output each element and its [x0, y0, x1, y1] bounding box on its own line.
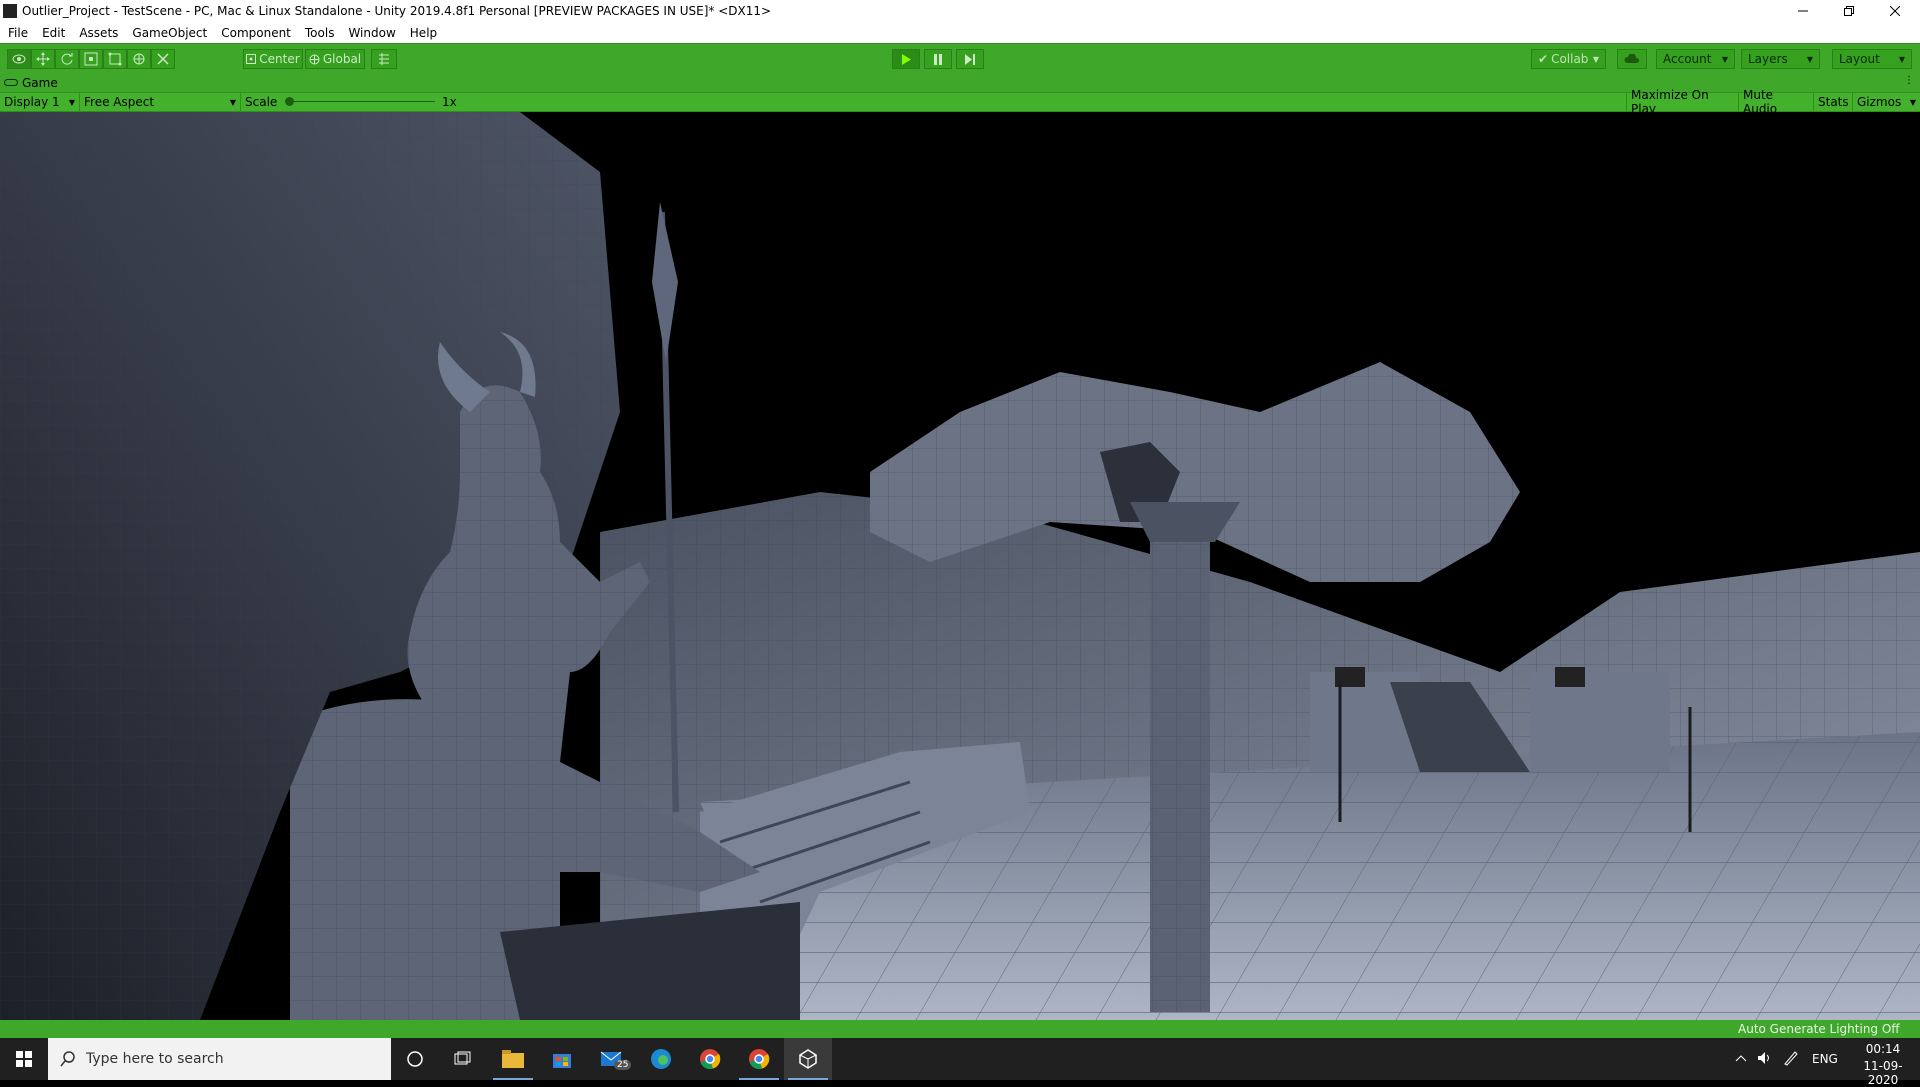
- menu-component[interactable]: Component: [213, 26, 297, 40]
- game-controls-bar: Display 1 ▼ Free Aspect ▼ Scale 1x Maxim…: [0, 88, 1920, 116]
- tab-menu-icon[interactable]: ⋮: [1904, 75, 1914, 86]
- chevron-down-icon: ▼: [229, 97, 236, 107]
- minimize-icon[interactable]: [1780, 0, 1826, 22]
- display-dropdown[interactable]: Display 1 ▼: [0, 93, 79, 111]
- pivot-global-label: Global: [322, 52, 362, 66]
- windows-taskbar: Type here to search 25 ENG 00:14 11-09-2…: [0, 1038, 1920, 1087]
- menu-file[interactable]: File: [0, 26, 34, 40]
- mute-audio-toggle[interactable]: Mute Audio: [1738, 88, 1813, 116]
- menu-tools[interactable]: Tools: [297, 26, 341, 40]
- layers-dropdown[interactable]: Layers ▼: [1741, 49, 1820, 69]
- search-icon: [60, 1051, 75, 1067]
- custom-tools-icon[interactable]: [151, 49, 175, 69]
- clock-time: 00:14: [1865, 1042, 1901, 1056]
- pivot-global-button[interactable]: Global: [305, 49, 365, 69]
- account-dropdown[interactable]: Account ▼: [1656, 49, 1735, 69]
- main-toolbar: Center Global ✔ Collab ▼ Account ▼ Layer…: [0, 43, 1920, 74]
- gamepad-icon: [4, 79, 18, 86]
- close-icon[interactable]: [1872, 0, 1918, 22]
- move-tool-icon[interactable]: [31, 49, 55, 69]
- menu-gameobject[interactable]: GameObject: [124, 26, 213, 40]
- tab-game[interactable]: Game: [4, 75, 58, 90]
- mail-icon[interactable]: 25: [587, 1038, 635, 1080]
- aspect-label: Free Aspect: [84, 95, 155, 109]
- game-viewport[interactable]: [0, 112, 1920, 1020]
- unity-taskbar-icon[interactable]: [784, 1038, 832, 1080]
- chevron-down-icon: ▼: [1898, 54, 1905, 64]
- menu-bar: File Edit Assets GameObject Component To…: [0, 22, 1920, 43]
- title-bar: Outlier_Project - TestScene - PC, Mac & …: [0, 0, 1920, 22]
- language-indicator[interactable]: ENG: [1812, 1052, 1838, 1066]
- layers-label: Layers: [1748, 52, 1788, 66]
- file-explorer-icon[interactable]: [489, 1038, 537, 1080]
- chrome-icon[interactable]: [686, 1038, 734, 1080]
- rotate-tool-icon[interactable]: [55, 49, 79, 69]
- microsoft-store-icon[interactable]: [538, 1038, 586, 1080]
- mail-badge: 25: [614, 1060, 632, 1070]
- chrome-profile-icon[interactable]: [735, 1038, 783, 1080]
- game-scene-render: [0, 112, 1920, 1020]
- scale-tool-icon[interactable]: [79, 49, 103, 69]
- snap-settings-icon[interactable]: [371, 49, 397, 69]
- rect-tool-icon[interactable]: [103, 49, 127, 69]
- menu-assets[interactable]: Assets: [71, 26, 124, 40]
- clock-date: 11-09-2020: [1863, 1059, 1903, 1087]
- chevron-down-icon: ▼: [1721, 54, 1728, 64]
- chevron-down-icon: ▼: [1592, 54, 1599, 64]
- pivot-center-button[interactable]: Center: [243, 49, 303, 69]
- tray-chevron-up-icon[interactable]: [1735, 1051, 1747, 1065]
- unity-app-icon: [3, 4, 17, 18]
- chevron-down-icon: ▼: [1909, 97, 1916, 107]
- menu-edit[interactable]: Edit: [34, 26, 71, 40]
- search-placeholder: Type here to search: [86, 1051, 224, 1067]
- pen-ink-icon[interactable]: [1783, 1050, 1799, 1069]
- task-view-icon[interactable]: [439, 1038, 487, 1080]
- chevron-down-icon: ▼: [68, 97, 75, 107]
- menu-help[interactable]: Help: [402, 26, 443, 40]
- volume-icon[interactable]: [1757, 1050, 1773, 1069]
- stats-toggle[interactable]: Stats: [1813, 93, 1852, 111]
- restore-icon[interactable]: [1826, 0, 1872, 22]
- scale-slider-thumb[interactable]: [285, 97, 294, 106]
- maximize-on-play-toggle[interactable]: Maximize On Play: [1626, 88, 1738, 116]
- lighting-status[interactable]: Auto Generate Lighting Off: [1738, 1022, 1900, 1036]
- cloud-button[interactable]: [1617, 49, 1647, 69]
- gizmos-dropdown[interactable]: Gizmos ▼: [1852, 93, 1920, 111]
- chevron-down-icon: ▼: [1806, 54, 1813, 64]
- cloud-icon: [1624, 54, 1640, 63]
- edge-browser-icon[interactable]: [637, 1038, 685, 1080]
- view-tool-icon[interactable]: [7, 49, 31, 69]
- play-button-icon[interactable]: [892, 49, 920, 69]
- gizmos-label: Gizmos: [1857, 95, 1902, 109]
- clock[interactable]: 00:14 11-09-2020: [1851, 1042, 1915, 1087]
- layout-dropdown[interactable]: Layout ▼: [1832, 49, 1912, 69]
- taskbar-search-box[interactable]: Type here to search: [48, 1038, 391, 1080]
- check-icon: ✔: [1538, 52, 1549, 66]
- tab-game-label: Game: [22, 75, 58, 90]
- transform-tool-icon[interactable]: [127, 49, 151, 69]
- account-label: Account: [1663, 52, 1712, 66]
- collab-label: Collab: [1551, 52, 1589, 66]
- status-bar: Auto Generate Lighting Off: [0, 1020, 1920, 1038]
- window-title: Outlier_Project - TestScene - PC, Mac & …: [22, 4, 772, 18]
- cortana-icon[interactable]: [391, 1038, 439, 1080]
- menu-window[interactable]: Window: [340, 26, 401, 40]
- step-button-icon[interactable]: [956, 49, 984, 69]
- scale-slider-track[interactable]: [289, 101, 435, 102]
- pause-button-icon[interactable]: [924, 49, 952, 69]
- scale-value: 1x: [442, 95, 457, 109]
- windows-start-icon[interactable]: [0, 1038, 48, 1080]
- display-label: Display 1: [4, 95, 60, 109]
- aspect-dropdown[interactable]: Free Aspect ▼: [79, 93, 240, 111]
- pivot-center-label: Center: [259, 52, 300, 66]
- layout-label: Layout: [1839, 52, 1880, 66]
- collab-dropdown[interactable]: ✔ Collab ▼: [1531, 49, 1606, 69]
